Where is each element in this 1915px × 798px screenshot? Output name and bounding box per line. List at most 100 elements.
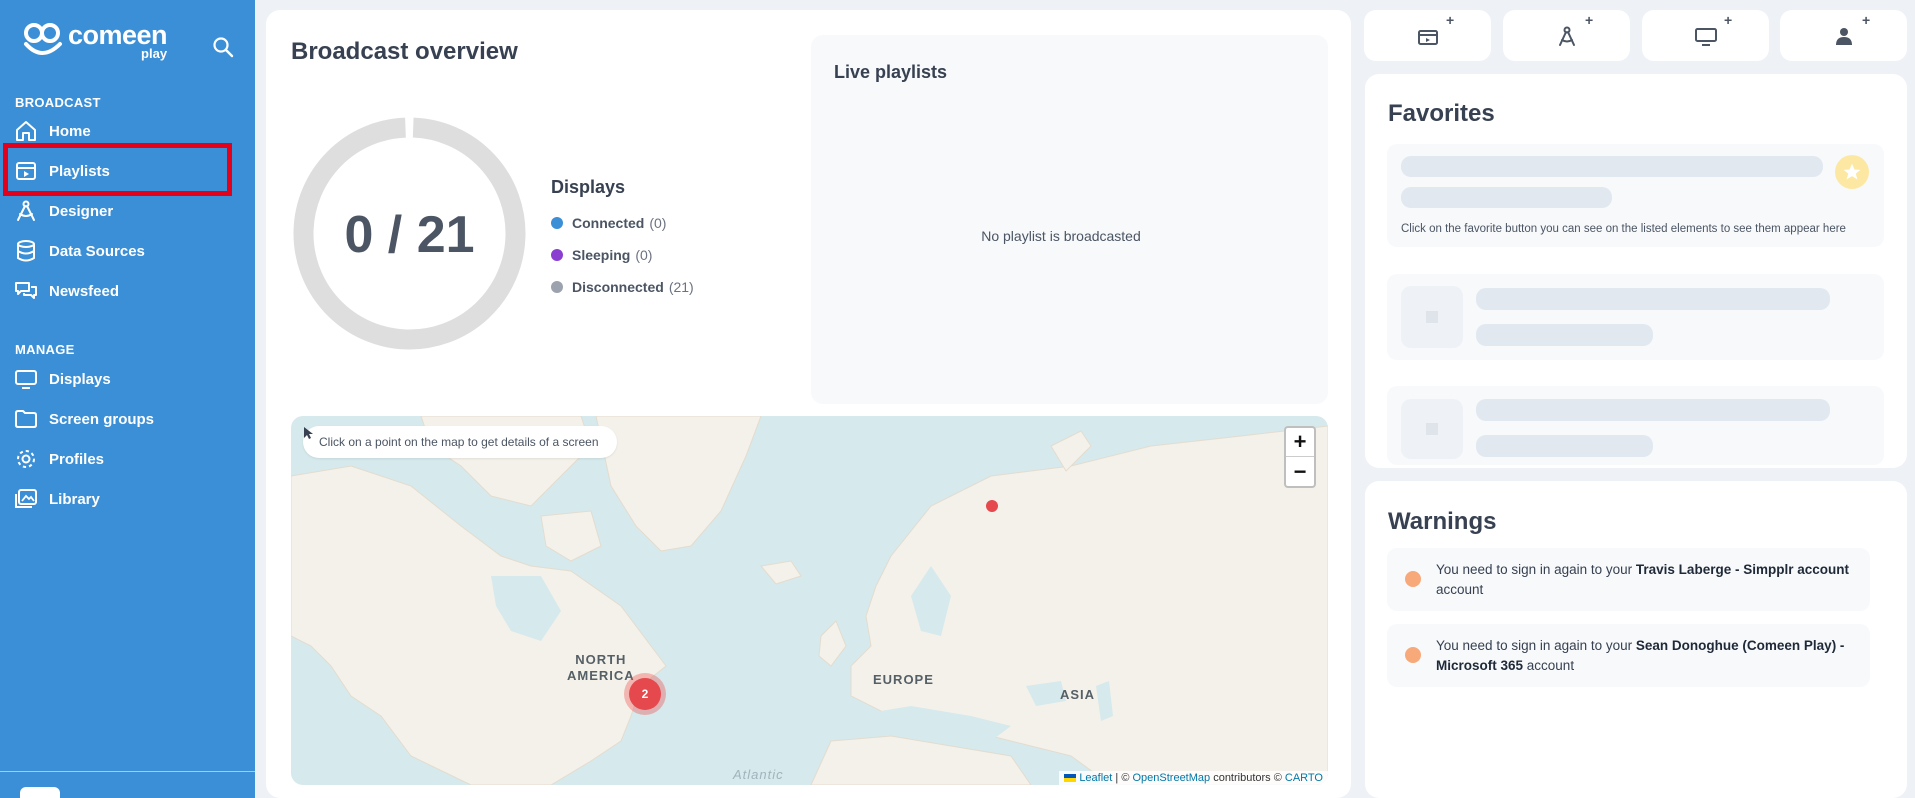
legend-connected: Connected (0): [551, 215, 666, 231]
search-icon[interactable]: [211, 35, 235, 59]
attribution-sep: | ©: [1112, 772, 1133, 784]
legend-sleeping: Sleeping (0): [551, 247, 652, 263]
map-cluster-marker[interactable]: 2: [624, 673, 666, 715]
sidebar-item-library[interactable]: Library: [14, 484, 224, 514]
warning-suffix: account: [1436, 582, 1484, 597]
legend-label: Disconnected: [572, 279, 664, 295]
warning-dot: [1405, 571, 1421, 587]
sidebar-item-displays[interactable]: Displays: [14, 364, 224, 394]
newsfeed-icon: [15, 282, 37, 299]
monitor-icon: [15, 370, 37, 389]
warning-item[interactable]: You need to sign in again to your Sean D…: [1387, 624, 1870, 687]
warning-prefix: You need to sign in again to your: [1436, 638, 1636, 653]
sidebar-divider: [0, 771, 255, 772]
legend-label: Connected: [572, 215, 645, 231]
warning-suffix: account: [1523, 658, 1575, 673]
map-label-line: NORTH: [575, 652, 627, 667]
brand-logo[interactable]: comeen play: [22, 20, 168, 60]
skeleton-thumbnail: [1401, 286, 1463, 348]
star-icon: [1835, 155, 1869, 189]
legend-count: (0): [635, 247, 653, 263]
add-design-button[interactable]: +: [1503, 10, 1630, 61]
skeleton-line: [1476, 435, 1653, 457]
map-land-layer: [291, 416, 1328, 785]
warning-item[interactable]: You need to sign in again to your Travis…: [1387, 548, 1870, 611]
sidebar: comeen play BROADCAST Home Playlists Des…: [0, 0, 255, 798]
map-label-europe: EUROPE: [873, 672, 934, 687]
user-add-icon: [1835, 27, 1852, 45]
skeleton-thumbnail: [1401, 399, 1463, 459]
monitor-add-icon: [1694, 27, 1717, 46]
images-icon: [15, 489, 37, 508]
displays-title: Displays: [551, 177, 626, 197]
warnings-title: Warnings: [1388, 508, 1497, 535]
page-title: Broadcast overview: [291, 38, 518, 65]
warning-dot: [1405, 647, 1421, 663]
zoom-in-button[interactable]: +: [1286, 428, 1314, 457]
sidebar-item-label: Library: [49, 490, 100, 508]
status-dot: [551, 281, 563, 293]
legend-label: Sleeping: [572, 247, 631, 263]
leaflet-link[interactable]: Leaflet: [1079, 772, 1112, 784]
sidebar-item-screen-groups[interactable]: Screen groups: [14, 404, 224, 434]
map-attribution: Leaflet | © OpenStreetMap contributors ©…: [1059, 771, 1328, 785]
sidebar-item-home[interactable]: Home: [14, 116, 224, 146]
gear-icon: [17, 450, 35, 468]
map-label-north-america: NORTH AMERICA: [567, 652, 635, 683]
carto-link[interactable]: CARTO: [1285, 772, 1323, 784]
database-icon: [17, 240, 35, 262]
map-label-asia: ASIA: [1060, 687, 1096, 702]
legend-count: (21): [668, 279, 694, 295]
highlight-box: [3, 143, 232, 196]
sidebar-item-label: Designer: [49, 202, 114, 220]
status-dot: [551, 249, 563, 261]
favorites-hint: Click on the favorite button you can see…: [1401, 223, 1846, 235]
osm-link[interactable]: OpenStreetMap: [1132, 772, 1210, 784]
cursor-icon: [304, 427, 313, 439]
warning-text: You need to sign in again to your Sean D…: [1436, 636, 1856, 676]
map-hint: Click on a point on the map to get detai…: [303, 426, 617, 458]
map-label-line: AMERICA: [567, 667, 635, 683]
sidebar-item-designer[interactable]: Designer: [14, 196, 224, 226]
add-playlist-button[interactable]: +: [1364, 10, 1491, 61]
status-dot: [551, 217, 563, 229]
skeleton-line: [1476, 399, 1830, 421]
map-zoom-control: + −: [1284, 426, 1316, 488]
warning-text: You need to sign in again to your Travis…: [1436, 560, 1856, 600]
folder-icon: [15, 410, 37, 428]
sidebar-footer-button[interactable]: [20, 787, 60, 798]
skeleton-line: [1401, 187, 1612, 208]
comeen-logo-icon: [24, 23, 62, 55]
sidebar-item-data-sources[interactable]: Data Sources: [14, 236, 224, 266]
map-screen-marker[interactable]: [986, 500, 998, 512]
add-display-button[interactable]: +: [1642, 10, 1769, 61]
favorites-title: Favorites: [1388, 100, 1495, 127]
live-playlists-title: Live playlists: [834, 62, 948, 82]
sidebar-item-newsfeed[interactable]: Newsfeed: [14, 276, 224, 306]
sidebar-item-label: Home: [49, 122, 91, 140]
legend-disconnected: Disconnected (21): [551, 279, 694, 295]
sidebar-item-profiles[interactable]: Profiles: [14, 444, 224, 474]
screens-map[interactable]: Click on a point on the map to get detai…: [291, 416, 1328, 785]
section-manage-title: MANAGE: [15, 342, 75, 357]
plus-icon: +: [1724, 12, 1733, 28]
live-playlists-panel: [811, 35, 1328, 404]
plus-icon: +: [1585, 12, 1594, 28]
add-user-button[interactable]: +: [1780, 10, 1907, 61]
home-icon: [16, 121, 36, 141]
sidebar-item-label: Displays: [49, 370, 111, 388]
skeleton-line: [1401, 156, 1823, 177]
attribution-contrib: contributors ©: [1210, 772, 1285, 784]
sidebar-item-label: Profiles: [49, 450, 105, 468]
map-label-atlantic: Atlantic: [733, 767, 784, 782]
compass-add-icon: [1558, 26, 1575, 46]
sidebar-item-label: Data Sources: [49, 242, 145, 260]
zoom-out-button[interactable]: −: [1286, 457, 1314, 486]
warning-account: Travis Laberge - Simpplr account: [1635, 562, 1849, 577]
legend-count: (0): [649, 215, 667, 231]
section-broadcast-title: BROADCAST: [15, 95, 101, 110]
brand-name: comeen: [68, 20, 168, 50]
plus-icon: +: [1446, 12, 1455, 28]
skeleton-line: [1476, 324, 1653, 346]
clapperboard-add-icon: [1417, 29, 1438, 45]
